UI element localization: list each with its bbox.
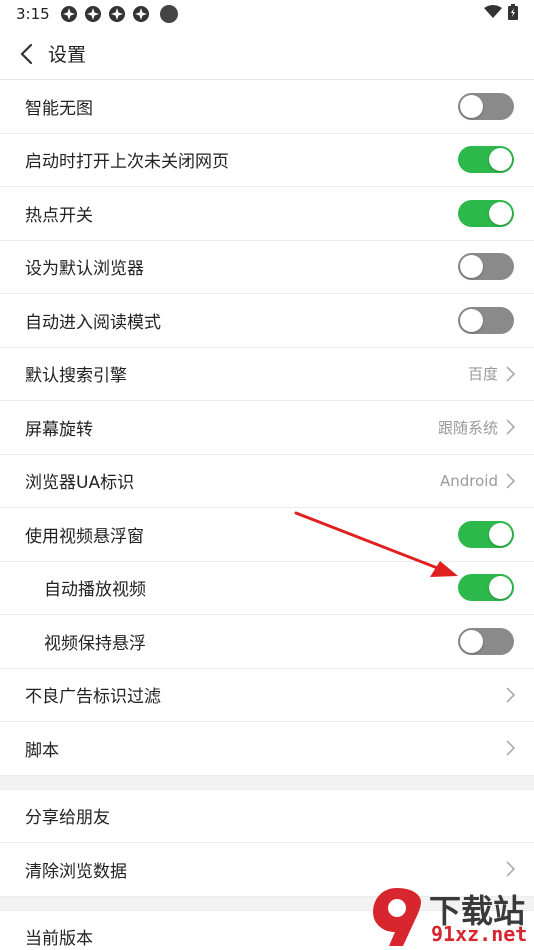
- setting-value: 跟随系统: [437, 418, 498, 437]
- battery-icon: [508, 4, 518, 24]
- page-title: 设置: [48, 44, 87, 66]
- setting-label: 使用视频悬浮窗: [25, 526, 144, 547]
- toggle-switch[interactable]: [458, 306, 514, 334]
- chevron-right-icon: [506, 740, 516, 756]
- toggle-switch[interactable]: [458, 253, 514, 281]
- setting-label: 默认搜索引擎: [25, 366, 127, 387]
- setting-value: 百度: [467, 365, 498, 384]
- setting-ad-filter[interactable]: 不良广告标识过滤: [0, 668, 534, 722]
- setting-label: 清除浏览数据: [25, 861, 127, 882]
- toggle-switch[interactable]: [458, 520, 514, 548]
- setting-search-engine[interactable]: 默认搜索引擎 百度: [0, 347, 534, 401]
- setting-label: 屏幕旋转: [25, 419, 93, 440]
- app-notification-icon: [132, 5, 150, 23]
- setting-reading-mode[interactable]: 自动进入阅读模式: [0, 294, 534, 348]
- setting-video-float[interactable]: 使用视频悬浮窗: [0, 508, 534, 562]
- setting-default-browser[interactable]: 设为默认浏览器: [0, 240, 534, 294]
- setting-hotspot[interactable]: 热点开关: [0, 187, 534, 241]
- setting-label: 自动进入阅读模式: [25, 312, 161, 333]
- back-button[interactable]: [4, 28, 48, 80]
- settings-list: 智能无图 启动时打开上次未关闭网页 热点开关 设为默认浏览器 自动进入阅读模式 …: [0, 80, 534, 950]
- setting-label: 不良广告标识过滤: [25, 687, 161, 708]
- setting-label: 分享给朋友: [25, 808, 110, 829]
- app-header: 设置: [0, 28, 534, 80]
- setting-keep-video-float[interactable]: 视频保持悬浮: [0, 615, 534, 669]
- wifi-icon: [484, 5, 502, 23]
- chevron-right-icon: [506, 366, 516, 382]
- chevron-right-icon: [506, 861, 516, 877]
- chevron-left-icon: [20, 43, 33, 64]
- setting-label: 脚本: [25, 740, 59, 761]
- setting-label: 设为默认浏览器: [25, 259, 144, 280]
- setting-label: 智能无图: [25, 98, 93, 119]
- more-notifications-dot: [159, 5, 178, 23]
- setting-user-agent[interactable]: 浏览器UA标识 Android: [0, 454, 534, 508]
- status-bar: 3:15: [0, 0, 534, 28]
- app-notification-icon: [84, 5, 102, 23]
- chevron-right-icon: [506, 473, 516, 489]
- setting-smart-no-image[interactable]: 智能无图: [0, 80, 534, 134]
- setting-label: 浏览器UA标识: [25, 473, 135, 494]
- toggle-switch[interactable]: [458, 574, 514, 602]
- setting-value: Android: [440, 471, 498, 490]
- site-watermark: 下载站 91xz.net: [359, 882, 534, 950]
- notification-icons: [60, 5, 178, 23]
- app-notification-icon: [108, 5, 126, 23]
- setting-share[interactable]: 分享给朋友: [0, 789, 534, 843]
- toggle-switch[interactable]: [458, 627, 514, 655]
- setting-label: 视频保持悬浮: [44, 633, 146, 654]
- toggle-switch[interactable]: [458, 146, 514, 174]
- chevron-right-icon: [506, 687, 516, 703]
- toggle-switch[interactable]: [458, 199, 514, 227]
- setting-screen-rotation[interactable]: 屏幕旋转 跟随系统: [0, 401, 534, 455]
- status-time: 3:15: [16, 5, 50, 23]
- setting-label: 自动播放视频: [44, 580, 146, 601]
- setting-label: 启动时打开上次未关闭网页: [25, 152, 229, 173]
- setting-label: 热点开关: [25, 205, 93, 226]
- setting-restore-tabs[interactable]: 启动时打开上次未关闭网页: [0, 133, 534, 187]
- setting-scripts[interactable]: 脚本: [0, 722, 534, 776]
- chevron-right-icon: [506, 419, 516, 435]
- site-logo-icon: [373, 888, 421, 946]
- watermark-url: 91xz.net: [431, 922, 528, 946]
- app-notification-icon: [60, 5, 78, 23]
- toggle-switch[interactable]: [458, 92, 514, 120]
- setting-autoplay-video[interactable]: 自动播放视频: [0, 561, 534, 615]
- section-divider: [0, 775, 534, 790]
